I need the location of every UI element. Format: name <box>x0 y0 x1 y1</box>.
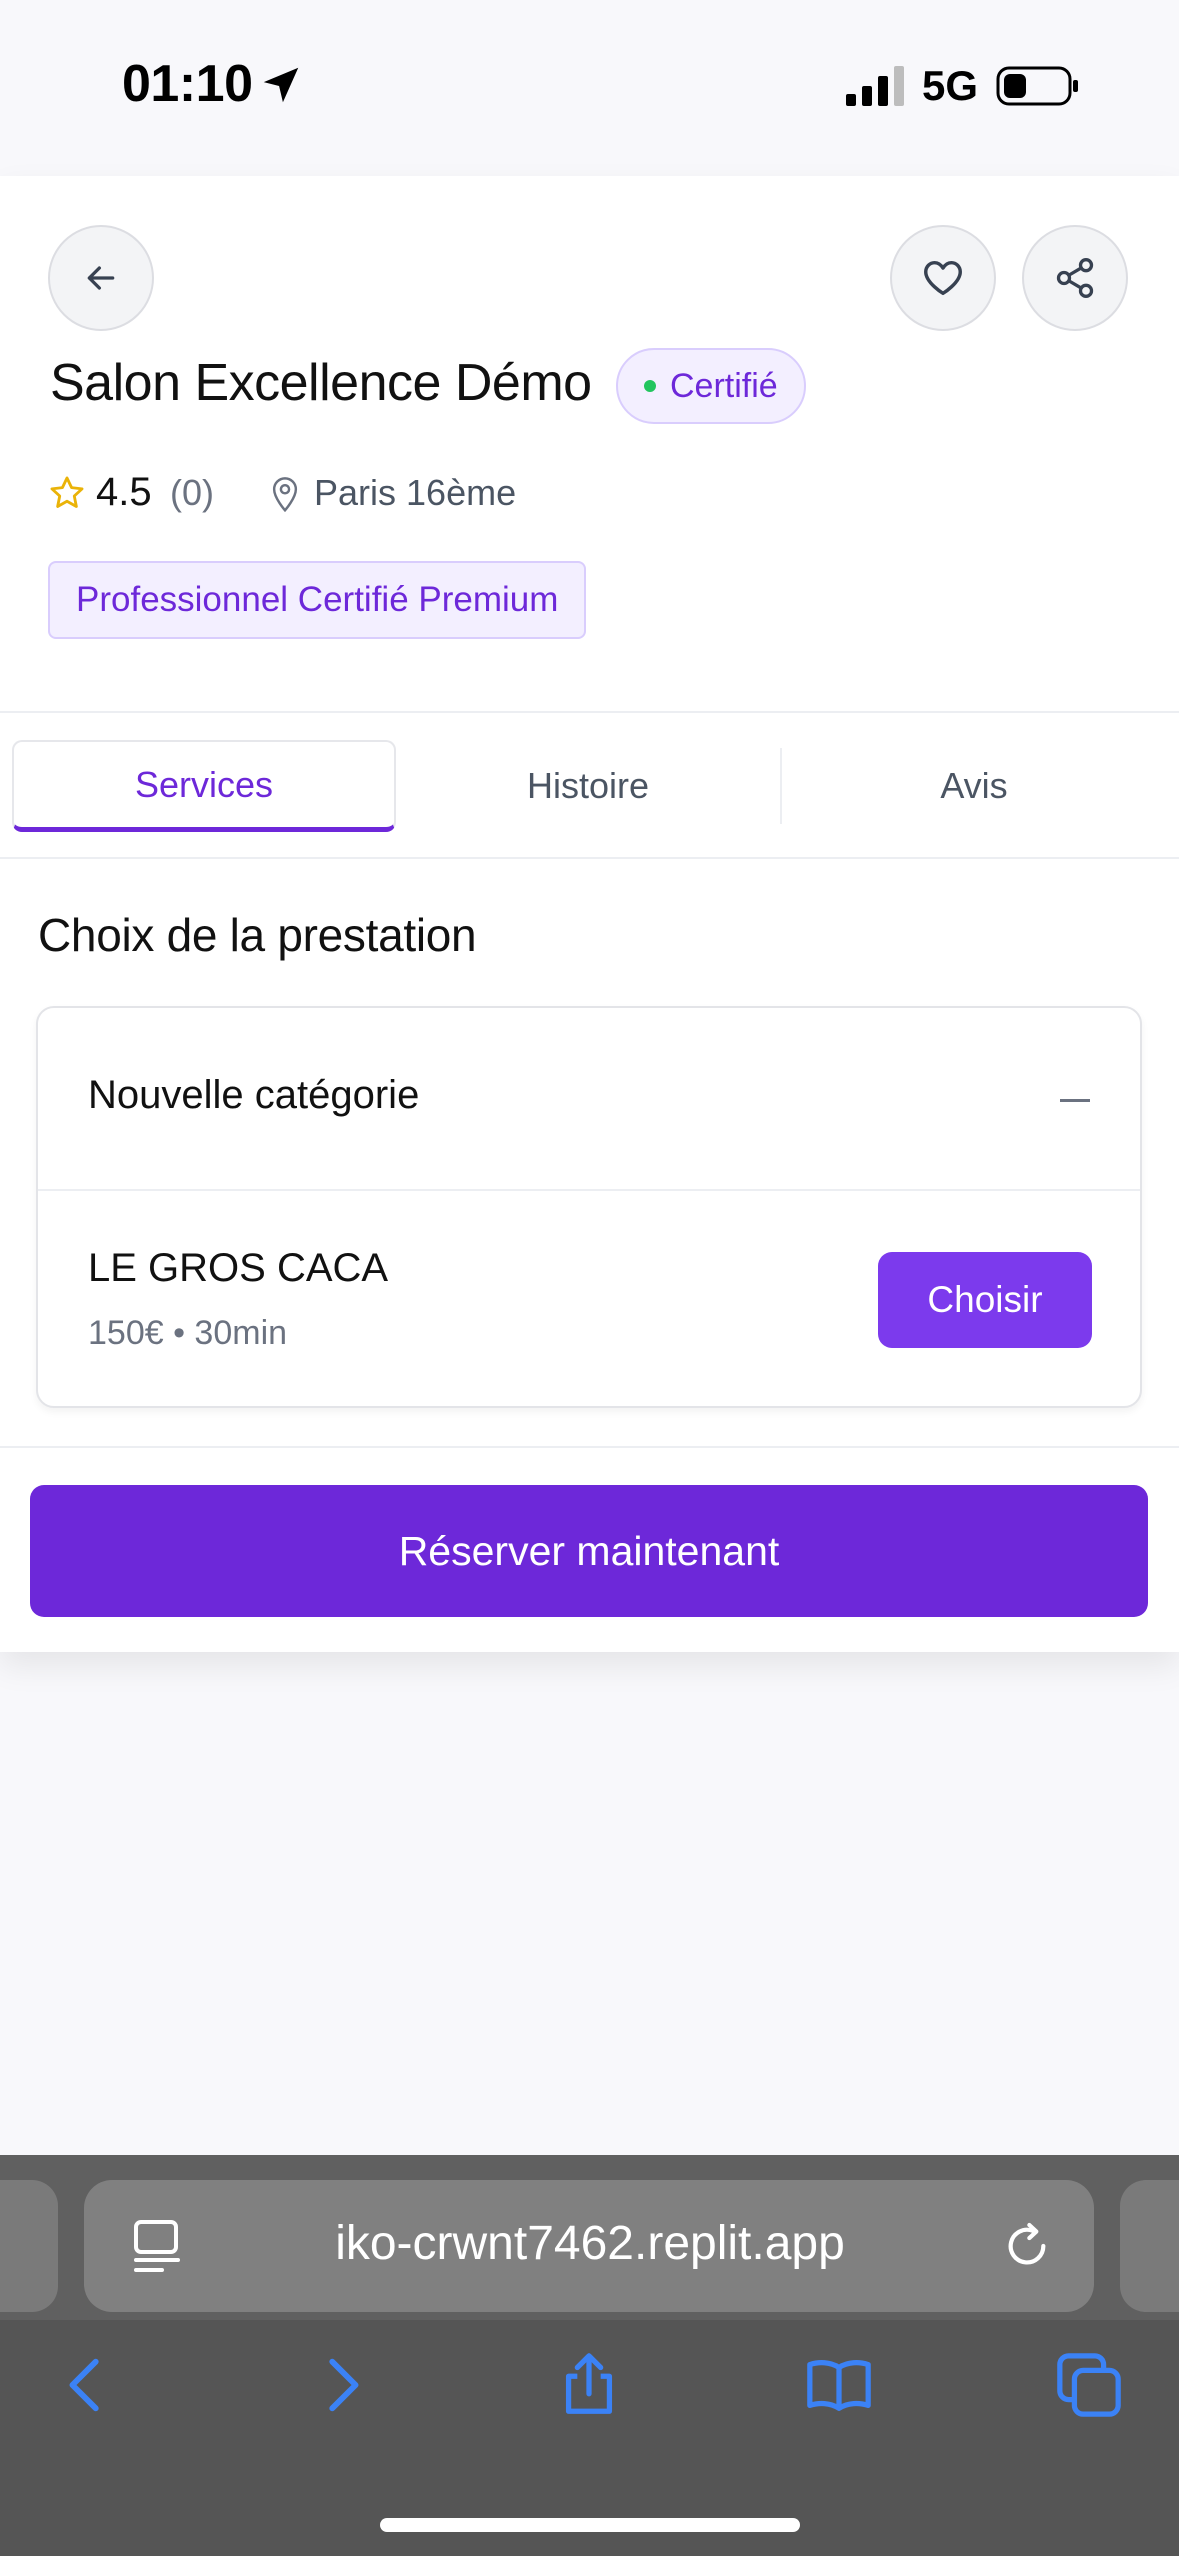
rating-value: 4.5 <box>96 470 152 514</box>
previous-tab-pill[interactable] <box>0 2180 58 2312</box>
premium-badge: Professionnel Certifié Premium <box>48 561 587 639</box>
next-tab-pill[interactable] <box>1120 2180 1179 2312</box>
book-now-button[interactable]: Réserver maintenant <box>30 1485 1148 1617</box>
home-indicator <box>380 2518 800 2532</box>
heart-icon <box>924 260 962 296</box>
tab-services[interactable]: Services <box>12 740 396 832</box>
location-text: Paris 16ème <box>314 472 517 513</box>
divider <box>0 711 1179 713</box>
choose-button[interactable]: Choisir <box>878 1252 1092 1348</box>
service-name: LE GROS CACA <box>88 1246 389 1290</box>
tab-avis[interactable]: Avis <box>780 740 1168 832</box>
service-meta: 150€ • 30min <box>88 1314 288 1352</box>
share-icon <box>1056 258 1094 298</box>
divider <box>0 857 1179 859</box>
share-button[interactable] <box>1022 225 1128 331</box>
back-nav-icon[interactable] <box>52 2350 122 2420</box>
tabs-overview-icon[interactable] <box>1054 2350 1124 2420</box>
bookmarks-icon[interactable] <box>804 2350 874 2420</box>
status-time: 01:10 <box>122 55 253 113</box>
certified-label: Certifié <box>670 366 778 405</box>
signal-icon <box>846 66 904 106</box>
url-text[interactable]: iko-crwnt7462.replit.app <box>240 2216 940 2271</box>
battery-icon <box>996 66 1078 106</box>
map-pin-icon <box>272 477 298 513</box>
tab-histoire[interactable]: Histoire <box>396 740 780 832</box>
forward-nav-icon[interactable] <box>306 2350 376 2420</box>
section-title: Choix de la prestation <box>38 909 477 961</box>
certified-badge: Certifié <box>616 348 806 424</box>
location-arrow-icon <box>263 67 299 103</box>
status-dot <box>644 380 656 392</box>
page-menu-icon[interactable] <box>132 2218 186 2274</box>
review-count: (0) <box>170 472 214 513</box>
share-sheet-icon[interactable] <box>554 2350 624 2420</box>
favorite-button[interactable] <box>890 225 996 331</box>
category-name[interactable]: Nouvelle catégorie <box>88 1073 419 1118</box>
divider <box>0 1446 1179 1448</box>
back-button[interactable] <box>48 225 154 331</box>
network-label: 5G <box>922 62 979 109</box>
star-icon <box>50 476 84 508</box>
divider <box>38 1189 1140 1191</box>
reload-icon[interactable] <box>998 2218 1056 2274</box>
salon-name: Salon Excellence Démo <box>50 354 592 412</box>
collapse-icon[interactable] <box>1060 1099 1090 1102</box>
arrow-left-icon <box>87 266 115 290</box>
